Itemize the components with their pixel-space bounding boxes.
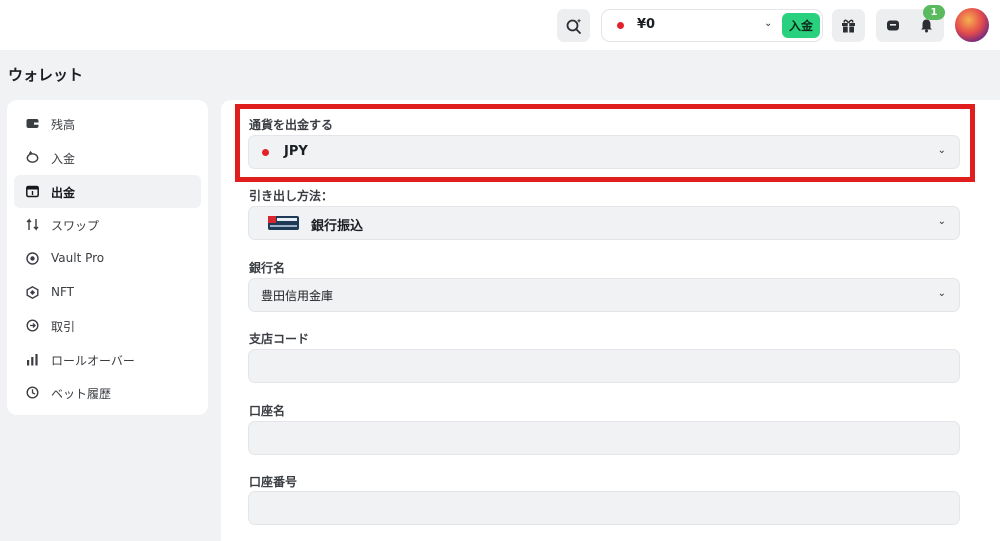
clock-icon bbox=[26, 386, 39, 399]
sidebar-item-bet-history[interactable]: ベット履歴 bbox=[14, 376, 201, 409]
japan-flag-icon bbox=[617, 22, 624, 29]
sidebar-item-deposit[interactable]: 入金 bbox=[14, 141, 201, 174]
sidebar-item-label: スワップ bbox=[51, 219, 100, 233]
wallet-selector[interactable]: ¥0 ⌄ 入金 bbox=[601, 9, 823, 42]
account-name-label: 口座名 bbox=[249, 404, 286, 418]
bell-icon[interactable] bbox=[919, 18, 934, 33]
bank-name-label: 銀行名 bbox=[249, 261, 286, 275]
search-icon bbox=[566, 18, 581, 34]
sidebar-item-label: 残高 bbox=[51, 118, 76, 132]
chevron-down-icon: ⌄ bbox=[937, 288, 946, 299]
page-title: ウォレット bbox=[8, 66, 84, 84]
sidebar-item-label: 取引 bbox=[51, 320, 76, 334]
withdraw-method-select[interactable]: 銀行振込 ⌄ bbox=[248, 206, 960, 240]
sidebar-item-label: 出金 bbox=[51, 186, 76, 200]
bank-name-value: 豊田信用金庫 bbox=[261, 289, 334, 303]
piggy-bank-icon bbox=[26, 151, 39, 163]
chevron-down-icon: ⌄ bbox=[937, 216, 946, 227]
branch-code-input[interactable] bbox=[248, 349, 960, 383]
method-label: 引き出し方法： bbox=[249, 189, 334, 203]
top-bar: ¥0 ⌄ 入金 1 bbox=[0, 0, 1000, 50]
branch-code-label: 支店コード bbox=[249, 332, 310, 346]
chat-icon[interactable] bbox=[886, 19, 900, 33]
account-number-label: 口座番号 bbox=[249, 475, 298, 489]
account-number-input[interactable] bbox=[248, 491, 960, 525]
vault-icon bbox=[26, 252, 39, 265]
chevron-down-icon[interactable]: ⌄ bbox=[764, 18, 772, 29]
gift-icon bbox=[842, 19, 855, 33]
sidebar-item-label: ベット履歴 bbox=[51, 387, 112, 401]
sidebar-item-label: ロールオーバー bbox=[51, 354, 135, 368]
sidebar-item-vault-pro[interactable]: Vault Pro bbox=[14, 242, 201, 275]
wallet-balance: ¥0 bbox=[637, 17, 656, 32]
sidebar-item-label: 入金 bbox=[51, 152, 76, 166]
search-button[interactable] bbox=[557, 9, 590, 42]
sidebar-item-nft[interactable]: NFT bbox=[14, 276, 201, 309]
sidebar-item-rollover[interactable]: ロールオーバー bbox=[14, 343, 201, 376]
sidebar-item-label: Vault Pro bbox=[51, 251, 105, 265]
sidebar-item-swap[interactable]: スワップ bbox=[14, 208, 201, 241]
sidebar-item-balance[interactable]: 残高 bbox=[14, 107, 201, 140]
withdraw-icon bbox=[26, 185, 39, 198]
notification-badge: 1 bbox=[923, 5, 945, 20]
nft-icon bbox=[26, 286, 39, 299]
deposit-button[interactable]: 入金 bbox=[782, 13, 820, 38]
method-value: 銀行振込 bbox=[311, 219, 364, 234]
wallet-icon bbox=[26, 119, 39, 128]
sidebar-item-label: NFT bbox=[51, 285, 74, 299]
bank-transfer-logo-icon bbox=[268, 216, 299, 230]
bank-name-select[interactable]: 豊田信用金庫 ⌄ bbox=[248, 278, 960, 312]
wallet-sidebar: 残高 入金 出金 スワップ Vault Pro NFT 取引 ロールオーバー ベ… bbox=[7, 100, 208, 415]
user-avatar[interactable] bbox=[955, 8, 989, 42]
swap-icon bbox=[26, 218, 39, 231]
bar-chart-icon bbox=[27, 354, 38, 366]
gift-button[interactable] bbox=[832, 9, 865, 42]
highlight-box bbox=[235, 104, 975, 182]
sidebar-item-transactions[interactable]: 取引 bbox=[14, 309, 201, 342]
account-name-input[interactable] bbox=[248, 421, 960, 455]
transaction-icon bbox=[26, 319, 39, 332]
sidebar-item-withdraw[interactable]: 出金 bbox=[14, 175, 201, 208]
